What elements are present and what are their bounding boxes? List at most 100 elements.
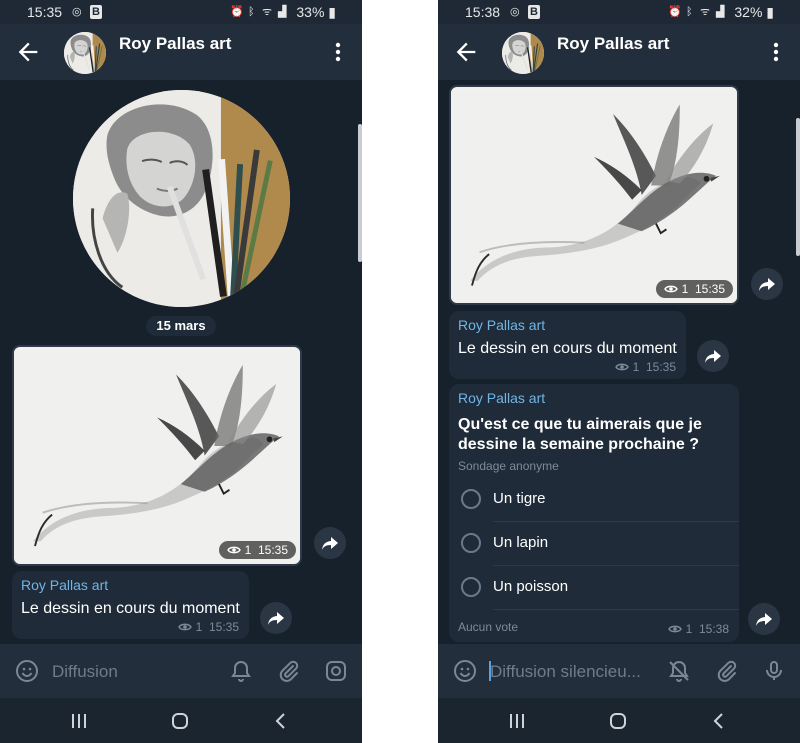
back-nav-icon[interactable]: [270, 710, 292, 732]
share-icon: [704, 347, 722, 365]
photo-time: 15:35: [694, 282, 725, 296]
eye-icon: [615, 362, 629, 372]
battery-level: 33% ▮: [296, 4, 336, 20]
divider: [493, 609, 739, 610]
message-views: 1: [632, 360, 640, 374]
radio-button[interactable]: [461, 533, 481, 553]
signal-icon: ▟: [716, 6, 725, 18]
app-notification-icon: B: [528, 5, 540, 19]
message-time: 15:35: [208, 620, 239, 634]
poll-meta: 1 15:38: [668, 622, 729, 636]
home-icon[interactable]: [607, 710, 629, 732]
poll-question: Qu'est ce que tu aimerais que je dessine…: [458, 416, 702, 453]
channel-title[interactable]: Roy Pallas art: [119, 34, 231, 54]
poll-views: 1: [685, 622, 693, 636]
photo-message[interactable]: 1 15:35: [449, 85, 739, 305]
alarm-icon: ⏰: [668, 6, 682, 18]
message-input-bar: Diffusion: [0, 644, 362, 698]
home-icon[interactable]: [169, 710, 191, 732]
eye-icon: [227, 545, 241, 555]
back-nav-icon[interactable]: [708, 710, 730, 732]
status-time: 15:38: [465, 4, 501, 20]
poll-sender[interactable]: Roy Pallas art: [458, 390, 545, 406]
share-button[interactable]: [697, 340, 729, 372]
share-button[interactable]: [748, 603, 780, 635]
message-input-bar: Diffusion silencieu...: [438, 644, 800, 698]
poll-option-label: Un lapin: [493, 534, 549, 551]
photo-views: 1: [681, 282, 689, 296]
channel-title[interactable]: Roy Pallas art: [557, 34, 669, 54]
photo-meta: 1 15:35: [219, 541, 296, 559]
recents-icon[interactable]: [68, 710, 90, 732]
back-arrow-icon[interactable]: [14, 38, 42, 66]
channel-avatar[interactable]: [502, 32, 544, 74]
status-time: 15:35: [27, 4, 63, 20]
channel-profile-photo[interactable]: [73, 90, 290, 307]
scrollbar[interactable]: [796, 118, 800, 256]
message-sender[interactable]: Roy Pallas art: [458, 317, 545, 333]
date-separator: 15 mars: [146, 316, 216, 336]
eye-icon: [178, 622, 192, 632]
channel-avatar[interactable]: [64, 32, 106, 74]
message-list[interactable]: 1 15:35 Roy Pallas art Le dessin en cour…: [438, 80, 800, 644]
message-text: Le dessin en cours du moment: [458, 340, 677, 357]
photo-message[interactable]: 1 15:35: [12, 345, 302, 566]
poll-option[interactable]: Un lapin: [449, 522, 739, 566]
poll-vote-count: Aucun vote: [458, 620, 519, 634]
message-list[interactable]: 15 mars 1 15:35 Roy Pallas art Le dessin…: [0, 80, 362, 644]
paperclip-icon[interactable]: [715, 659, 739, 683]
signal-icon: ▟: [278, 6, 287, 18]
phone-screen-right: 15:38 ◎ B ⏰ ᛒ ᯤ ▟ 32% ▮ Roy Pallas art 1…: [438, 0, 800, 743]
share-icon: [758, 275, 776, 293]
wifi-icon: ᯤ: [700, 6, 711, 18]
poll-type: Sondage anonyme: [458, 459, 559, 473]
emoji-icon[interactable]: [453, 659, 477, 683]
microphone-icon[interactable]: [762, 659, 786, 683]
emoji-icon[interactable]: [15, 659, 39, 683]
system-nav-bar: [438, 698, 800, 743]
poll-option[interactable]: Un tigre: [449, 478, 739, 522]
instagram-notification-icon: ◎: [72, 6, 82, 18]
radio-button[interactable]: [461, 489, 481, 509]
back-arrow-icon[interactable]: [452, 38, 480, 66]
status-bar: 15:35 ◎ B ⏰ ᛒ ᯤ ▟ 33% ▮: [0, 0, 362, 24]
radio-button[interactable]: [461, 577, 481, 597]
chat-header: Roy Pallas art: [0, 24, 362, 80]
status-bar: 15:38 ◎ B ⏰ ᛒ ᯤ ▟ 32% ▮: [438, 0, 800, 24]
message-input[interactable]: Diffusion silencieu...: [490, 662, 641, 682]
message-time: 15:35: [645, 360, 676, 374]
scrollbar[interactable]: [358, 124, 362, 262]
poll-time: 15:38: [698, 622, 729, 636]
share-button[interactable]: [751, 268, 783, 300]
share-icon: [321, 534, 339, 552]
more-vertical-icon[interactable]: [328, 40, 348, 64]
eye-icon: [668, 624, 682, 634]
app-notification-icon: B: [90, 5, 102, 19]
share-button[interactable]: [260, 602, 292, 634]
bell-icon[interactable]: [229, 659, 253, 683]
message-views: 1: [195, 620, 203, 634]
phone-screen-left: 15:35 ◎ B ⏰ ᛒ ᯤ ▟ 33% ▮ Roy Pallas art 1…: [0, 0, 362, 743]
message-bubble[interactable]: Roy Pallas art Le dessin en cours du mom…: [12, 571, 249, 639]
photo-time: 15:35: [257, 543, 288, 557]
share-button[interactable]: [314, 527, 346, 559]
message-bubble[interactable]: Roy Pallas art Le dessin en cours du mom…: [449, 311, 686, 379]
bell-off-icon[interactable]: [667, 659, 691, 683]
message-input[interactable]: Diffusion: [52, 662, 118, 682]
message-sender[interactable]: Roy Pallas art: [21, 577, 108, 593]
poll-option[interactable]: Un poisson: [449, 566, 739, 610]
bluetooth-icon: ᛒ: [686, 6, 693, 18]
recents-icon[interactable]: [506, 710, 528, 732]
alarm-icon: ⏰: [230, 6, 244, 18]
message-meta: 1 15:35: [178, 620, 239, 634]
more-vertical-icon[interactable]: [766, 40, 786, 64]
poll-option-label: Un tigre: [493, 490, 546, 507]
chat-header: Roy Pallas art: [438, 24, 800, 80]
system-nav-bar: [0, 698, 362, 743]
message-meta: 1 15:35: [615, 360, 676, 374]
camera-icon[interactable]: [324, 659, 348, 683]
battery-percent: 32%: [734, 4, 763, 20]
wifi-icon: ᯤ: [262, 6, 273, 18]
poll-option-label: Un poisson: [493, 578, 569, 595]
paperclip-icon[interactable]: [277, 659, 301, 683]
